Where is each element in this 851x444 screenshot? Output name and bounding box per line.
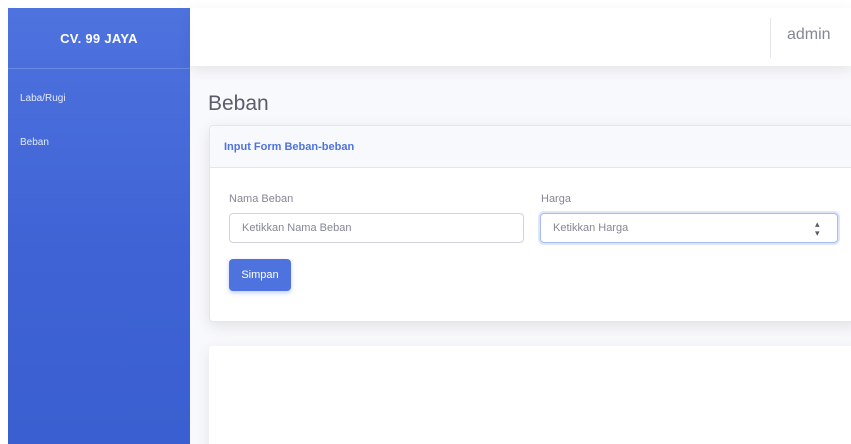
sidebar-item-beban[interactable]: Beban bbox=[8, 137, 190, 148]
page-title: Beban bbox=[208, 92, 269, 115]
save-button[interactable]: Simpan bbox=[229, 259, 291, 291]
card-header: Input Form Beban-beban bbox=[210, 126, 851, 168]
name-input[interactable] bbox=[229, 213, 524, 243]
price-input[interactable] bbox=[540, 213, 838, 243]
number-spinner-icon[interactable]: ▴ ▾ bbox=[815, 220, 820, 238]
table-card bbox=[209, 346, 851, 444]
price-field-label: Harga bbox=[541, 193, 571, 205]
topbar: admin bbox=[190, 8, 851, 66]
sidebar: CV. 99 JAYA Laba/Rugi Beban bbox=[8, 8, 190, 444]
sidebar-brand[interactable]: CV. 99 JAYA bbox=[8, 8, 190, 69]
user-menu[interactable]: admin bbox=[787, 26, 831, 44]
topbar-divider bbox=[770, 18, 771, 58]
app-window: CV. 99 JAYA Laba/Rugi Beban admin Beban … bbox=[0, 0, 851, 444]
form-card: Input Form Beban-beban Nama Beban Harga … bbox=[209, 125, 851, 322]
sidebar-item-laba-rugi[interactable]: Laba/Rugi bbox=[8, 93, 190, 104]
main-content: Beban Input Form Beban-beban Nama Beban … bbox=[190, 66, 851, 444]
name-field-label: Nama Beban bbox=[229, 193, 294, 205]
